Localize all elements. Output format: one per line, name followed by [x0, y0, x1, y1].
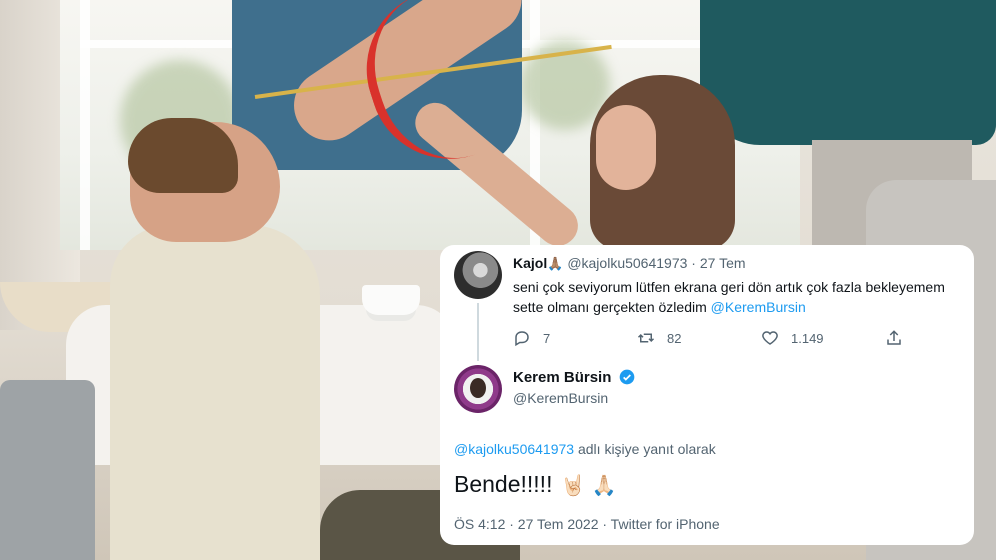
- avatar[interactable]: [454, 365, 502, 413]
- adult-figure-right: [700, 0, 996, 145]
- retweet-count: 82: [667, 330, 682, 346]
- reply-to-link[interactable]: @kajolku50641973: [454, 441, 574, 457]
- tweet-text: Bende!!!!! 🤘🏻 🙏🏻: [454, 471, 617, 497]
- reply-context: @kajolku50641973 adlı kişiye yanıt olara…: [454, 441, 716, 457]
- tweet-timestamp[interactable]: ÖS 4:12 · 27 Tem 2022 · Twitter for iPho…: [454, 516, 960, 532]
- display-name[interactable]: Kerem Bürsin: [513, 369, 611, 386]
- reply-tweet: Kajol🙏🏽 @kajolku50641973 · 27 Tem seni ç…: [454, 251, 960, 361]
- avatar[interactable]: [454, 251, 502, 299]
- reply-button[interactable]: 7: [513, 329, 637, 347]
- man: [110, 225, 320, 560]
- mention-link[interactable]: @KeremBursin: [711, 299, 806, 315]
- tweet-actions: 7 82 1.149: [513, 329, 996, 347]
- cup: [362, 285, 420, 315]
- tweet-text: seni çok seviyorum lütfen ekrana geri dö…: [513, 279, 945, 315]
- retweet-icon: [637, 333, 655, 343]
- retweet-button[interactable]: 82: [637, 329, 761, 347]
- verified-badge-icon: [619, 369, 634, 385]
- main-tweet-author: Kerem Bürsin @KeremBursin: [454, 365, 960, 413]
- display-name[interactable]: Kajol: [513, 255, 547, 271]
- tweet-date[interactable]: 27 Tem: [700, 255, 746, 271]
- handle[interactable]: @KeremBursin: [513, 388, 960, 408]
- share-icon: [887, 330, 901, 345]
- tweet-emojis: 🤘🏻 🙏🏻: [560, 473, 617, 497]
- separator: ·: [691, 255, 696, 271]
- like-count: 1.149: [791, 330, 824, 346]
- thread-line: [477, 303, 479, 361]
- tweet-card: Kajol🙏🏽 @kajolku50641973 · 27 Tem seni ç…: [440, 245, 974, 545]
- reply-icon: [515, 331, 529, 347]
- handle[interactable]: @kajolku50641973: [567, 255, 687, 271]
- like-button[interactable]: 1.149: [761, 329, 885, 347]
- heart-icon: [762, 331, 778, 345]
- chair: [0, 380, 95, 560]
- reply-count: 7: [543, 330, 551, 346]
- name-emoji: 🙏🏽: [547, 257, 564, 272]
- share-button[interactable]: [885, 329, 996, 347]
